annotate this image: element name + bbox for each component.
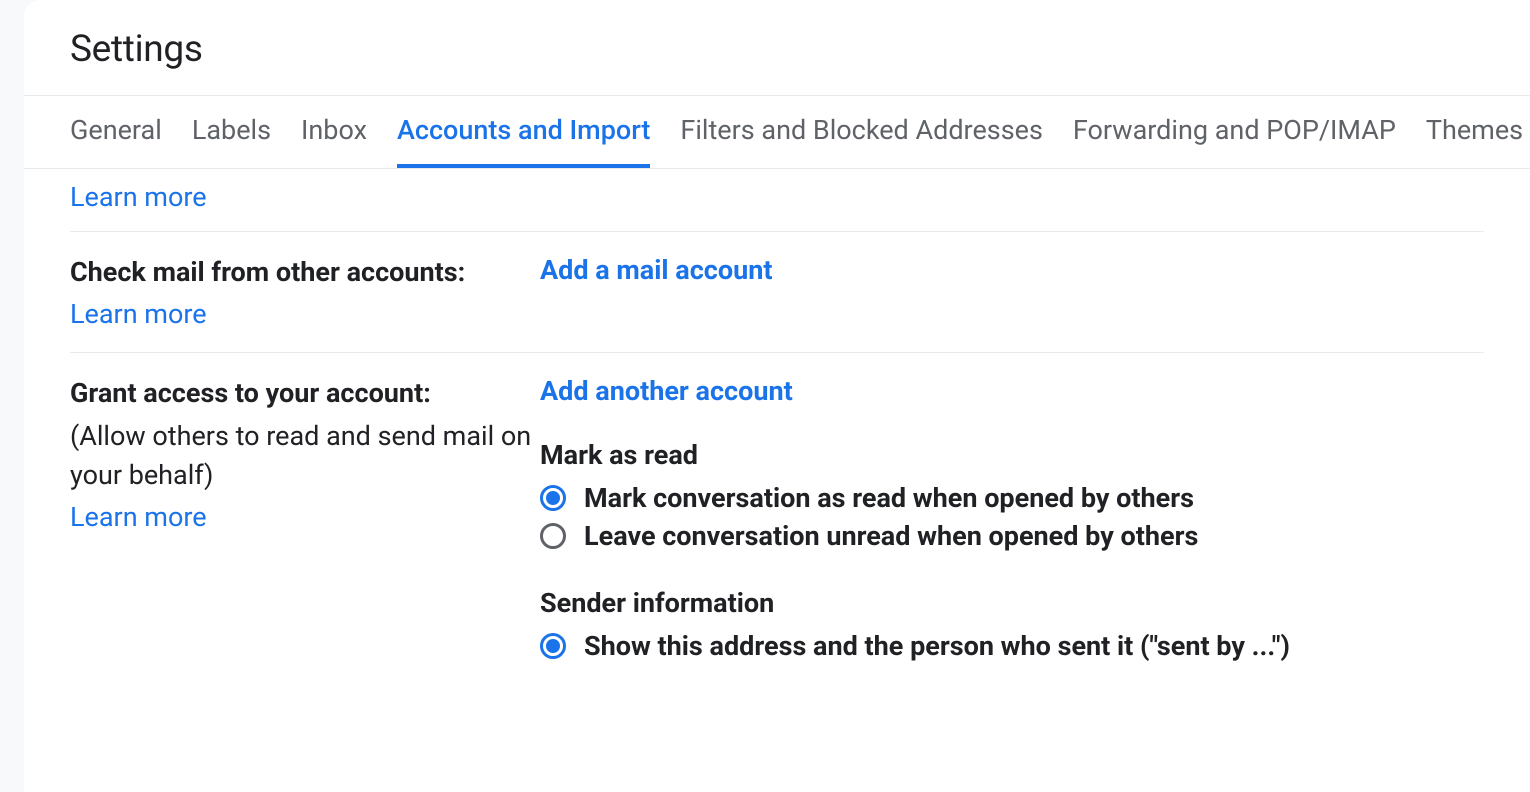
grant-access-label: Grant access to your account: [70, 375, 540, 413]
learn-more-link[interactable]: Learn more [70, 181, 207, 213]
mark-as-read-heading: Mark as read [540, 439, 1484, 471]
settings-tabs: General Labels Inbox Accounts and Import… [24, 95, 1530, 169]
tab-labels[interactable]: Labels [192, 96, 271, 168]
radio-label: Leave conversation unread when opened by… [584, 520, 1198, 552]
check-mail-learn-more-link[interactable]: Learn more [70, 298, 207, 330]
mark-as-read-option-2[interactable]: Leave conversation unread when opened by… [540, 517, 1484, 555]
tab-inbox[interactable]: Inbox [301, 96, 367, 168]
sender-information-option-1[interactable]: Show this address and the person who sen… [540, 627, 1484, 665]
radio-icon[interactable] [540, 633, 566, 659]
mark-as-read-group: Mark as read Mark conversation as read w… [540, 439, 1484, 555]
check-mail-section: Check mail from other accounts: Learn mo… [70, 232, 1484, 353]
learn-more-section: Learn more [70, 169, 1484, 232]
check-mail-label: Check mail from other accounts: [70, 254, 540, 292]
mark-as-read-option-1[interactable]: Mark conversation as read when opened by… [540, 479, 1484, 517]
add-mail-account-link[interactable]: Add a mail account [540, 254, 772, 286]
page-title: Settings [24, 0, 1530, 95]
sender-information-heading: Sender information [540, 587, 1484, 619]
tab-themes[interactable]: Themes [1426, 96, 1523, 168]
tab-general[interactable]: General [70, 96, 162, 168]
radio-label: Mark conversation as read when opened by… [584, 482, 1194, 514]
check-mail-left: Check mail from other accounts: Learn mo… [70, 254, 540, 330]
grant-access-left: Grant access to your account: (Allow oth… [70, 375, 540, 665]
grant-access-right: Add another account Mark as read Mark co… [540, 375, 1484, 665]
grant-access-sublabel: (Allow others to read and send mail on y… [70, 417, 540, 495]
tab-forwarding-pop-imap[interactable]: Forwarding and POP/IMAP [1073, 96, 1396, 168]
grant-access-section: Grant access to your account: (Allow oth… [70, 353, 1484, 687]
grant-access-learn-more-link[interactable]: Learn more [70, 501, 207, 533]
settings-panel: Settings General Labels Inbox Accounts a… [24, 0, 1530, 792]
sender-information-group: Sender information Show this address and… [540, 587, 1484, 665]
add-another-account-link[interactable]: Add another account [540, 375, 793, 407]
tab-accounts-and-import[interactable]: Accounts and Import [397, 96, 650, 168]
radio-label: Show this address and the person who sen… [584, 630, 1290, 662]
radio-icon[interactable] [540, 485, 566, 511]
settings-content: Learn more Check mail from other account… [24, 169, 1530, 687]
check-mail-right: Add a mail account [540, 254, 1484, 330]
tab-filters-and-blocked[interactable]: Filters and Blocked Addresses [680, 96, 1043, 168]
radio-icon[interactable] [540, 523, 566, 549]
